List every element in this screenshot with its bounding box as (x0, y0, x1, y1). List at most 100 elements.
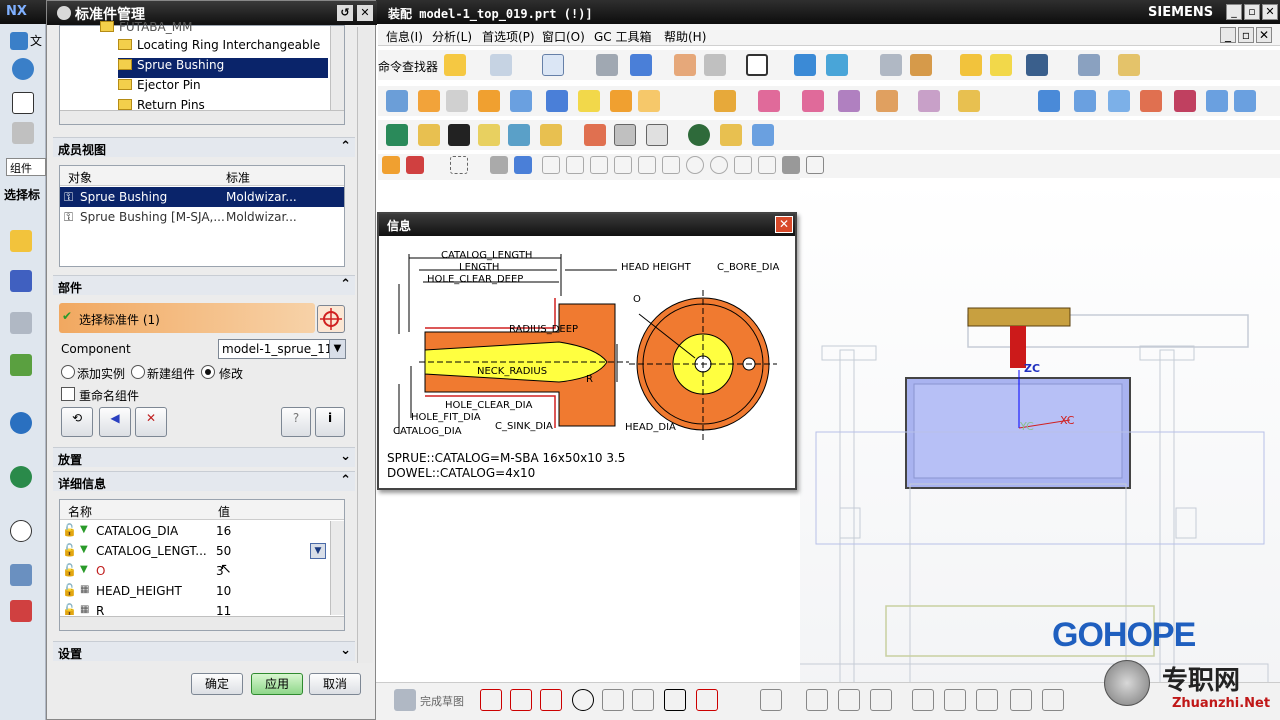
roles-icon[interactable] (10, 600, 32, 622)
cooling-icon[interactable] (1038, 90, 1060, 112)
snap-arc-icon[interactable] (638, 156, 656, 174)
select-filter-icon[interactable] (382, 156, 400, 174)
ok-button[interactable]: 确定 (191, 673, 243, 695)
snap-point-icon[interactable] (406, 156, 424, 174)
assembly-navigator-icon[interactable] (10, 230, 32, 252)
gate-icon[interactable] (918, 90, 940, 112)
slider-lifter-icon[interactable] (838, 90, 860, 112)
remove-part-button[interactable]: ✕ (135, 407, 167, 437)
layout-icon[interactable] (546, 90, 568, 112)
web-browser-icon[interactable] (10, 412, 32, 434)
info-button[interactable]: i (315, 407, 345, 437)
restore-button[interactable]: ▫ (1244, 4, 1260, 20)
flip-direction-button[interactable]: ◀ (99, 407, 131, 437)
render-style-icon[interactable] (596, 54, 618, 76)
info-icon[interactable] (490, 54, 512, 76)
detail-row[interactable]: 🔓 ▼ O 3 ↖ (60, 561, 330, 581)
dialog-vertical-scrollbar[interactable] (357, 27, 373, 663)
value-dropdown-chevron-icon[interactable]: ▼ (310, 543, 326, 559)
part-navigator-icon[interactable] (10, 312, 32, 334)
details-vertical-scrollbar[interactable] (330, 521, 344, 615)
polyline-icon[interactable] (696, 689, 718, 711)
tree-horizontal-scrollbar[interactable] (60, 110, 344, 124)
rectangle-icon[interactable] (664, 689, 686, 711)
detail-row[interactable]: 🔓 ▼ CATALOG_LENGT... 50 ▼ (60, 541, 330, 561)
fillet-icon[interactable] (602, 689, 624, 711)
select-body-icon[interactable] (514, 156, 532, 174)
detail-value[interactable]: 16 (216, 524, 231, 538)
sub-insert-icon[interactable] (876, 90, 898, 112)
measure-distance-icon[interactable] (1078, 54, 1100, 76)
doc-minimize-button[interactable]: _ (1220, 27, 1236, 43)
table-icon[interactable] (614, 124, 636, 146)
snap-quadrant-icon[interactable] (710, 156, 728, 174)
sequence-icon[interactable] (646, 124, 668, 146)
electrode-icon[interactable] (1074, 90, 1096, 112)
quick-extend-icon[interactable] (838, 689, 860, 711)
menu-gc-toolbox[interactable]: GC 工具箱 (594, 28, 652, 45)
detail-row[interactable]: 🔓 ▼ CATALOG_DIA 16 (60, 521, 330, 541)
tree-item-locating-ring[interactable]: Locating Ring Interchangeable (118, 38, 320, 58)
mold-tools-icon[interactable] (610, 90, 632, 112)
command-finder-icon[interactable] (444, 54, 466, 76)
apply-button[interactable]: 应用 (251, 673, 303, 695)
snap-end-icon[interactable] (542, 156, 560, 174)
placement-header[interactable]: 放置 ⌄ (53, 447, 355, 467)
chevron-down-icon[interactable]: ▼ (329, 340, 345, 358)
mold-flow-icon[interactable] (386, 124, 408, 146)
report-icon[interactable] (752, 124, 774, 146)
mold-wizard-icon[interactable] (386, 90, 408, 112)
dialog-close-button[interactable]: ✕ (357, 5, 373, 21)
tree-item-parent[interactable]: FUTABA_MM (100, 20, 192, 40)
detail-row[interactable]: 🔓 ▦ R 11 (60, 601, 330, 615)
help-button[interactable]: ? (281, 407, 311, 437)
rect-select-icon[interactable] (450, 156, 468, 174)
dialog-settings-icon[interactable] (57, 6, 71, 20)
measure-angle-icon[interactable] (1118, 54, 1140, 76)
assembly-icon[interactable] (12, 122, 34, 144)
point-icon[interactable] (728, 689, 750, 711)
motion-icon[interactable] (1026, 54, 1048, 76)
explode-icon[interactable] (584, 124, 606, 146)
fit-icon[interactable] (542, 54, 564, 76)
system-materials-icon[interactable] (10, 564, 32, 586)
workpiece-icon[interactable] (510, 90, 532, 112)
show-hide-icon[interactable] (688, 124, 710, 146)
info-titlebar[interactable]: 信息 ✕ (379, 214, 795, 236)
view-manager-icon[interactable] (1234, 90, 1256, 112)
mate-icon[interactable] (508, 124, 530, 146)
chamfer-icon[interactable] (632, 689, 654, 711)
file-icon[interactable] (10, 32, 28, 50)
menu-window[interactable]: 窗口(O) (542, 28, 585, 45)
drawing-icon[interactable] (1206, 90, 1228, 112)
component-filter-field[interactable]: 组件 (6, 158, 46, 176)
component-array-icon[interactable] (478, 124, 500, 146)
snap-intersect-icon[interactable] (614, 156, 632, 174)
new-part-icon[interactable] (12, 92, 34, 114)
menu-help[interactable]: 帮助(H) (664, 28, 706, 45)
minimize-button[interactable]: _ (1226, 4, 1242, 20)
assembly-nav-icon[interactable] (880, 54, 902, 76)
detail-value[interactable]: 11 (216, 604, 231, 615)
clock-icon[interactable] (10, 520, 32, 542)
make-corner-icon[interactable] (870, 689, 892, 711)
wave-link-icon[interactable] (418, 124, 440, 146)
arc-icon[interactable] (540, 689, 562, 711)
auto-constrain-icon[interactable] (976, 689, 998, 711)
snap-bounded-icon[interactable] (806, 156, 824, 174)
snap-control-icon[interactable] (590, 156, 608, 174)
project-init-icon[interactable] (418, 90, 440, 112)
trim-icon[interactable] (1108, 90, 1130, 112)
shrinkage-icon[interactable] (478, 90, 500, 112)
command-finder-label[interactable]: 命令查找器 (378, 58, 438, 75)
reposition-icon[interactable] (540, 124, 562, 146)
menu-analysis[interactable]: 分析(L) (432, 28, 472, 45)
target-crosshair-button[interactable] (317, 305, 345, 333)
select-standard-part-row[interactable]: ✔ 选择标准件 (1) (59, 303, 315, 333)
ejector-pin-icon[interactable] (802, 90, 824, 112)
detail-row[interactable]: 🔓 ▦ HEAD_HEIGHT 10 (60, 581, 330, 601)
quick-trim-icon[interactable] (806, 689, 828, 711)
menu-info[interactable]: 信息(I) (386, 28, 423, 45)
snap-on-curve-icon[interactable] (758, 156, 776, 174)
select-solid-icon[interactable] (490, 156, 508, 174)
